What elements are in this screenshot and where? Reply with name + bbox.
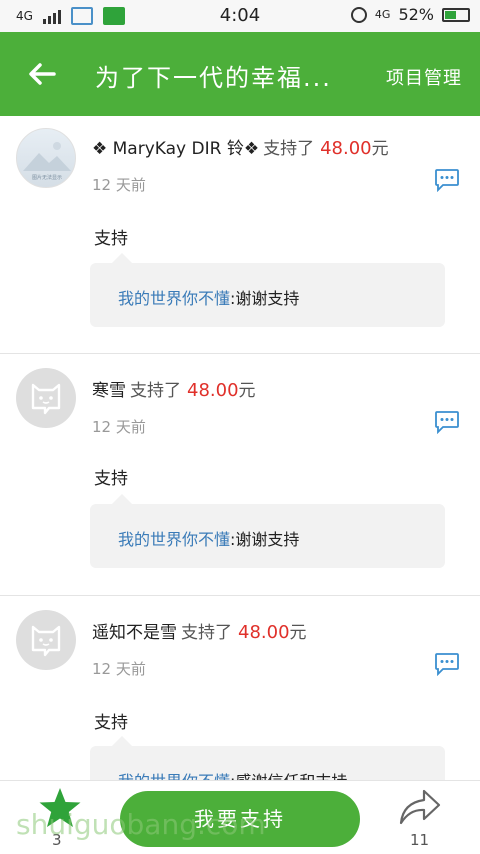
app-bar: 为了下一代的幸福... 项目管理 [0,32,480,116]
support-button[interactable]: 我要支持 [120,791,360,847]
back-button[interactable] [22,54,62,94]
star-icon [39,788,81,827]
comment-content: 支持 [94,229,128,249]
reply-box: 我的世界你不懂:感谢信任和支持 [90,736,445,780]
status-right: 4G 52% [350,5,470,24]
comment-content: 支持 [94,713,128,733]
comment-time: 12 天前 [92,418,146,436]
cat-avatar-icon [31,625,61,657]
currency-unit: 元 [289,623,307,643]
commenter-name[interactable]: ❖ MaryKay DIR 铃❖ [92,139,259,159]
reply-author[interactable]: 我的世界你不懂 [118,289,230,308]
cat-avatar-icon [31,383,61,415]
reply-text: 我的世界你不懂:谢谢支持 [118,526,299,550]
reply-button[interactable] [434,652,460,677]
share-icon [399,789,441,825]
currency-unit: 元 [238,381,256,401]
comment-time: 12 天前 [92,660,146,678]
support-amount: 48.00 [238,622,290,643]
page-title: 为了下一代的幸福... [95,64,332,92]
reply-author[interactable]: 我的世界你不懂 [118,530,230,549]
comment-bubble-icon [435,653,459,677]
back-arrow-icon [29,63,56,85]
comment-headline: 遥知不是雪 支持了 48.00元 [92,618,307,643]
image-placeholder-icon: 图片无法显示 [23,142,71,181]
reply-message: :感谢信任和支持 [230,772,347,780]
comment-bubble-icon [435,169,459,193]
avatar-caption: 图片无法显示 [32,174,62,181]
commenter-name[interactable]: 寒雪 [92,381,126,401]
currency-unit: 元 [371,139,389,159]
avatar[interactable] [16,368,76,428]
supported-label: 支持了 [263,139,315,159]
avatar[interactable] [16,610,76,670]
comment-headline: ❖ MaryKay DIR 铃❖ 支持了 48.00元 [92,134,389,159]
reply-button[interactable] [434,168,460,193]
bottom-action-bar: 3 我要支持 11 [0,780,480,854]
comment-item: 图片无法显示 ❖ MaryKay DIR 铃❖ 支持了 48.00元 12 天前 支… [0,116,480,353]
project-manage-button[interactable]: 项目管理 [386,64,462,90]
reply-message: :谢谢支持 [230,530,300,549]
battery-icon [442,7,470,22]
share-button[interactable] [396,787,442,829]
supported-label: 支持了 [130,381,181,401]
reply-button[interactable] [434,410,460,435]
comment-time: 12 天前 [92,176,146,194]
reply-box: 我的世界你不懂:谢谢支持 [90,494,445,568]
share-count: 11 [410,831,430,849]
status-bar: 4G 4:04 4G 52% [0,0,480,32]
support-amount: 48.00 [320,138,372,159]
avatar[interactable]: 图片无法显示 [16,128,76,188]
favorite-count: 3 [52,831,62,849]
comment-headline: 寒雪 支持了 48.00元 [92,376,256,401]
reply-author[interactable]: 我的世界你不懂 [118,772,230,780]
comment-item: 遥知不是雪支持了 48.00元 12 天前 支持 我的世界你不懂:感谢信任和支持 [0,596,480,780]
reply-message: :谢谢支持 [230,289,300,308]
battery-percent: 52% [398,5,434,24]
network-type-secondary: 4G [374,7,391,21]
commenter-name[interactable]: 遥知不是雪 [92,623,177,643]
supported-label: 支持了 [181,623,232,643]
reply-text: 我的世界你不懂:谢谢支持 [118,285,299,309]
favorite-button[interactable] [38,787,82,829]
reply-text: 我的世界你不懂:感谢信任和支持 [118,768,347,780]
comment-content: 支持 [94,469,128,489]
comment-item: 寒雪 支持了 48.00元 12 天前 支持 我的世界你不懂:谢谢支持 [0,354,480,595]
support-amount: 48.00 [187,380,239,401]
battery-fill [445,10,457,19]
comment-bubble-icon [435,411,459,435]
reply-box: 我的世界你不懂:谢谢支持 [90,253,445,327]
alarm-icon [350,6,367,23]
